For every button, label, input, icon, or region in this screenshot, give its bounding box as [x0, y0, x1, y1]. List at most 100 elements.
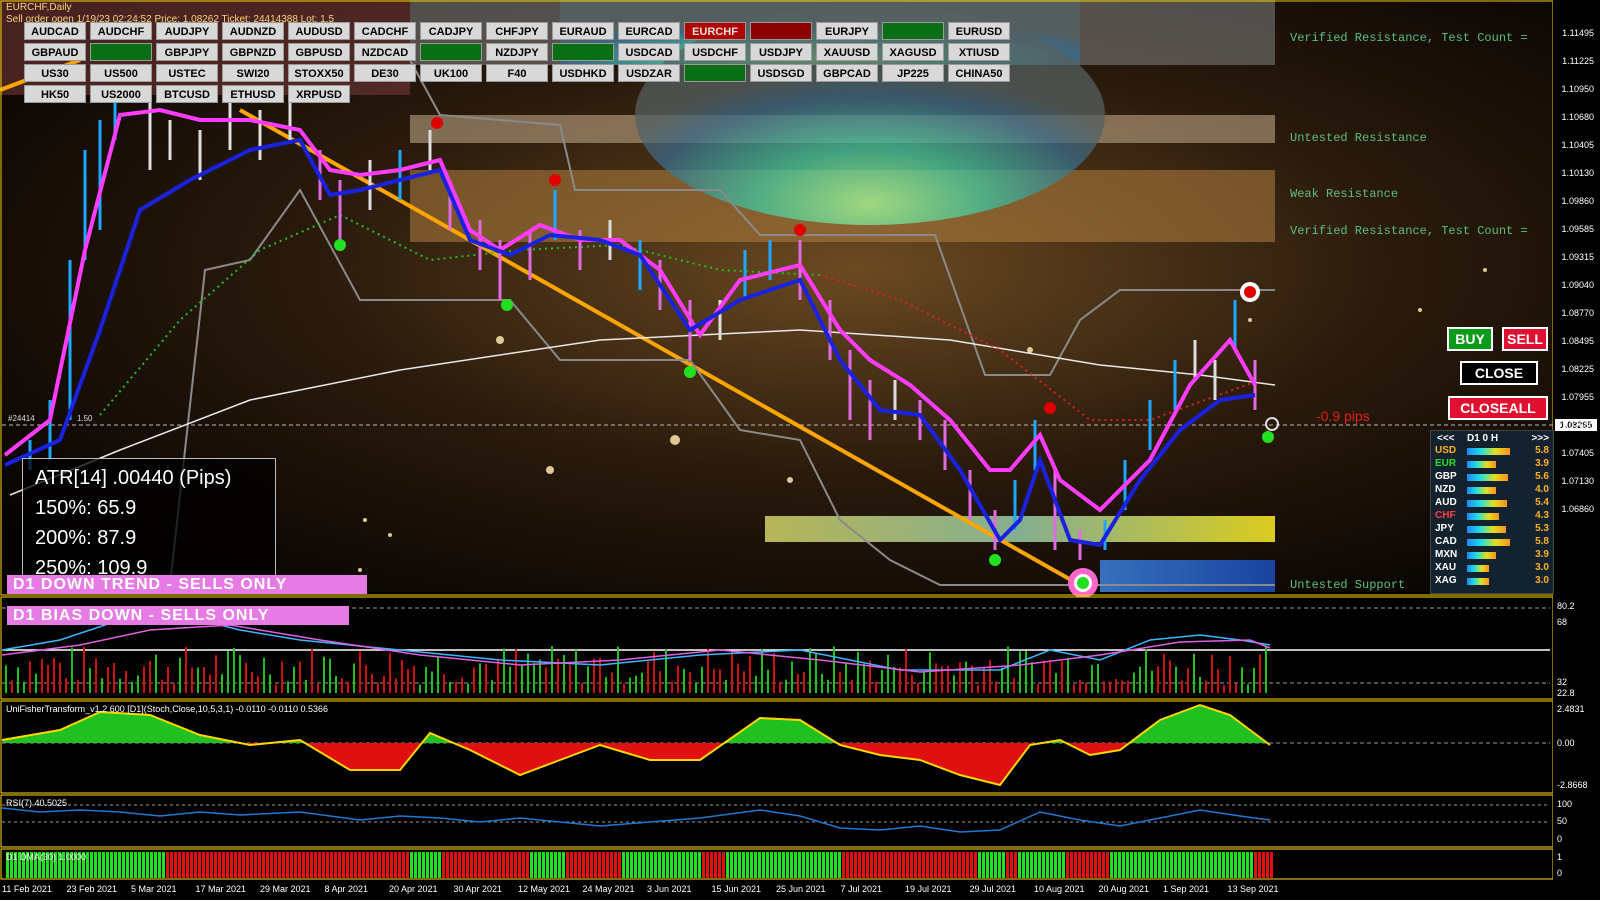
symbol-button-gbpusd[interactable]: GBPUSD — [288, 43, 350, 61]
strength-bar — [1467, 487, 1496, 494]
dma-bar — [1258, 852, 1261, 878]
dma-bar — [594, 852, 597, 878]
dma-bar — [934, 852, 937, 878]
symbol-button-gbpnzd[interactable]: GBPNZD — [222, 43, 284, 61]
symbol-button-eurcad[interactable]: EURCAD — [618, 22, 680, 40]
dma-bar — [890, 852, 893, 878]
dma-bar — [662, 852, 665, 878]
symbol-button-gbpcad[interactable]: GBPCAD — [816, 64, 878, 82]
strength-prev-button[interactable]: <<< — [1437, 433, 1455, 444]
symbol-button-jp225[interactable]: JP225 — [882, 64, 944, 82]
symbol-button-us500[interactable]: US500 — [90, 64, 152, 82]
symbol-button-audchf[interactable]: AUDCHF — [90, 22, 152, 40]
dma-bar — [1262, 852, 1265, 878]
symbol-button-usdcad[interactable]: USDCAD — [618, 43, 680, 61]
dma-bar — [582, 852, 585, 878]
closeall-button[interactable]: CLOSEALL — [1448, 396, 1548, 420]
symbol-button-gbpjpy[interactable]: GBPJPY — [156, 43, 218, 61]
symbol-button-xauusd[interactable]: XAUUSD — [816, 43, 878, 61]
dma-bar — [1250, 852, 1253, 878]
dma-bar — [1010, 852, 1013, 878]
symbol-button-audjpy[interactable]: AUDJPY — [156, 22, 218, 40]
dma-bar — [374, 852, 377, 878]
symbol-button-us2000[interactable]: US2000 — [90, 85, 152, 103]
dma-bar — [194, 852, 197, 878]
symbol-button-gbpchf[interactable]: GBPCHF — [90, 43, 152, 61]
dma-bar — [630, 852, 633, 878]
symbol-button-cadjpy[interactable]: CADJPY — [420, 22, 482, 40]
dma-bar — [514, 852, 517, 878]
symbol-button-chfjpy[interactable]: CHFJPY — [486, 22, 548, 40]
sub4-axis-1: 0 — [1557, 868, 1563, 878]
symbol-button-euraud[interactable]: EURAUD — [552, 22, 614, 40]
symbol-button-btcusd[interactable]: BTCUSD — [156, 85, 218, 103]
symbol-button-ethusd[interactable]: ETHUSD — [222, 85, 284, 103]
symbol-button-china50[interactable]: CHINA50 — [948, 64, 1010, 82]
symbol-button-swi20[interactable]: SWI20 — [222, 64, 284, 82]
symbol-button-hk50[interactable]: HK50 — [24, 85, 86, 103]
symbol-button-usdchf[interactable]: USDCHF — [684, 43, 746, 61]
dma-bar — [1102, 852, 1105, 878]
sell-button[interactable]: SELL — [1502, 327, 1548, 351]
symbol-button-eurnzd[interactable]: EURNZD — [882, 22, 944, 40]
symbol-button-nzdjpy[interactable]: NZDJPY — [486, 43, 548, 61]
date-tick: 29 Mar 2021 — [260, 884, 311, 894]
symbol-button-audusd[interactable]: AUDUSD — [288, 22, 350, 40]
symbol-button-usdjpy[interactable]: USDJPY — [750, 43, 812, 61]
dma-bar — [698, 852, 701, 878]
dma-bar — [606, 852, 609, 878]
symbol-button-eurchf[interactable]: EURCHF — [684, 22, 746, 40]
sub2-axis-1: 0.00 — [1557, 738, 1575, 748]
symbol-button-nzdchf[interactable]: NZDCHF — [420, 43, 482, 61]
symbol-button-usdsgd[interactable]: USDSGD — [750, 64, 812, 82]
dma-bar — [806, 852, 809, 878]
dma-bar — [130, 852, 133, 878]
symbol-button-nzdcad[interactable]: NZDCAD — [354, 43, 416, 61]
symbol-button-stoxx50[interactable]: STOXX50 — [288, 64, 350, 82]
dma-bar — [202, 852, 205, 878]
dma-bar — [1206, 852, 1209, 878]
strength-bar — [1467, 539, 1510, 546]
dma-bar — [170, 852, 173, 878]
symbol-button-eurjpy[interactable]: EURJPY — [816, 22, 878, 40]
dma-bar — [450, 852, 453, 878]
price-tick: 1.11495 — [1562, 28, 1594, 38]
dma-bar — [1198, 852, 1201, 878]
strength-row-nzd: NZD 4.0 — [1431, 484, 1553, 497]
symbol-button-de30[interactable]: DE30 — [354, 64, 416, 82]
symbol-button-usdmxn[interactable]: USDMXN — [684, 64, 746, 82]
symbol-button-audnzd[interactable]: AUDNZD — [222, 22, 284, 40]
dma-bar — [142, 852, 145, 878]
dma-bar — [414, 852, 417, 878]
strength-next-button[interactable]: >>> — [1531, 433, 1549, 444]
dma-bar — [222, 852, 225, 878]
dma-bar — [734, 852, 737, 878]
symbol-button-eurusd[interactable]: EURUSD — [948, 22, 1010, 40]
dma-bar — [210, 852, 213, 878]
symbol-button-audcad[interactable]: AUDCAD — [24, 22, 86, 40]
dma-bar — [234, 852, 237, 878]
symbol-button-us30[interactable]: US30 — [24, 64, 86, 82]
symbol-button-cadchf[interactable]: CADCHF — [354, 22, 416, 40]
strength-currency: MXN — [1435, 549, 1458, 560]
symbol-button-gbpaud[interactable]: GBPAUD — [24, 43, 86, 61]
symbol-button-nzdusd[interactable]: NZDUSD — [552, 43, 614, 61]
symbol-button-usdzar[interactable]: USDZAR — [618, 64, 680, 82]
dma-bar — [1130, 852, 1133, 878]
close-button[interactable]: CLOSE — [1460, 361, 1538, 385]
symbol-button-uk100[interactable]: UK100 — [420, 64, 482, 82]
dma-bar — [146, 852, 149, 878]
zone-label-verified-resistance-1: Verified Resistance, Test Count = — [1290, 31, 1528, 45]
symbol-button-eurgbp[interactable]: EURGBP — [750, 22, 812, 40]
symbol-button-xtiusd[interactable]: XTIUSD — [948, 43, 1010, 61]
buy-button[interactable]: BUY — [1447, 327, 1493, 351]
strength-value: 3.9 — [1535, 458, 1549, 469]
symbol-button-f40[interactable]: F40 — [486, 64, 548, 82]
symbol-button-xagusd[interactable]: XAGUSD — [882, 43, 944, 61]
dma-bar — [494, 852, 497, 878]
dma-bar — [798, 852, 801, 878]
symbol-button-ustec[interactable]: USTEC — [156, 64, 218, 82]
symbol-button-usdhkd[interactable]: USDHKD — [552, 64, 614, 82]
dma-bar — [882, 852, 885, 878]
symbol-button-xrpusd[interactable]: XRPUSD — [288, 85, 350, 103]
